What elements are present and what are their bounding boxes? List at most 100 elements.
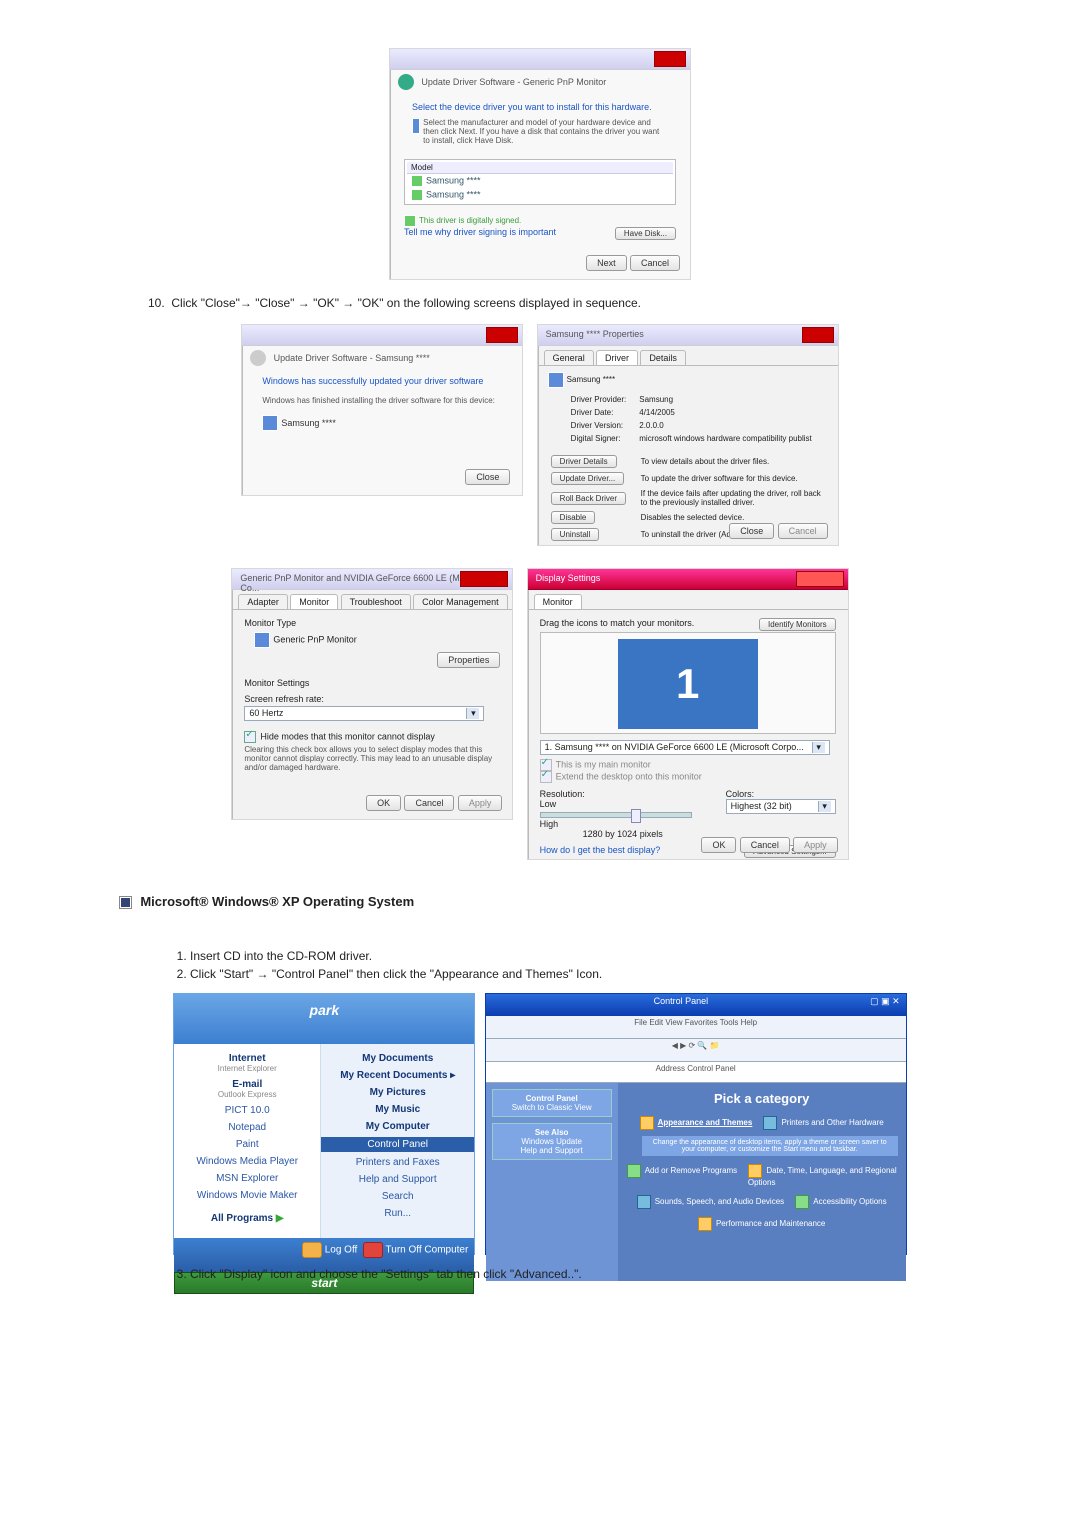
sidebar-item[interactable]: MSN Explorer [182,1170,312,1187]
address-bar[interactable]: Address Control Panel [486,1062,906,1083]
toolbar[interactable]: ◀ ▶ ⟳ 🔍 📁 [486,1039,906,1062]
sidebar-item[interactable]: Printers and Faxes [329,1154,466,1171]
why-signing-link[interactable]: Tell me why driver signing is important [404,227,556,237]
sidebar-item-internet[interactable]: InternetInternet Explorer [182,1050,312,1076]
monitor-select[interactable]: 1. Samsung **** on NVIDIA GeForce 6600 L… [540,740,830,755]
tab-details[interactable]: Details [640,350,686,365]
side-link[interactable]: Windows Update [521,1137,581,1146]
cancel-button[interactable]: Cancel [404,795,454,811]
category-icon [640,1116,654,1130]
menubar[interactable]: File Edit View Favorites Tools Help [486,1016,906,1039]
rollback-button[interactable]: Roll Back Driver [551,492,626,505]
sidebar-item[interactable]: My Music [329,1101,466,1118]
tab-general[interactable]: General [544,350,594,365]
sidebar-item[interactable]: Windows Movie Maker [182,1187,312,1204]
all-programs[interactable]: All Programs ▶ [182,1210,312,1227]
category-link[interactable]: Add or Remove Programs [645,1166,737,1175]
resolution-slider[interactable] [540,812,692,818]
category-link[interactable]: Performance and Maintenance [716,1219,825,1228]
sidebar-item[interactable]: My Documents [329,1050,466,1067]
chevron-down-icon: ▾ [812,742,825,753]
sidebar-item[interactable]: Notepad [182,1119,312,1136]
category-link[interactable]: Accessibility Options [813,1197,886,1206]
model-list[interactable]: Model Samsung **** Samsung **** [404,159,676,205]
window-controls[interactable] [460,571,508,587]
sidebar-item[interactable]: Help and Support [329,1171,466,1188]
side-link[interactable]: Switch to Classic View [512,1103,592,1112]
ok-button[interactable]: OK [701,837,736,853]
window-controls[interactable] [796,571,844,587]
disable-button[interactable]: Disable [551,511,596,524]
best-display-link[interactable]: How do I get the best display? [540,845,661,855]
sidebar-item[interactable]: Paint [182,1136,312,1153]
signed-text: This driver is digitally signed. [419,216,521,225]
category-icon [627,1164,641,1178]
tab-driver[interactable]: Driver [596,350,638,365]
turnoff-icon[interactable] [363,1242,383,1258]
bullet-icon [120,897,131,908]
tab-color-mgmt[interactable]: Color Management [413,594,508,609]
category-link[interactable]: Printers and Other Hardware [781,1118,883,1127]
titlebar: Control Panel▢ ▣ ✕ [486,994,906,1016]
success-heading: Windows has successfully updated your dr… [262,376,502,386]
step-10-text: 10. Click "Close"→ "Close" → "OK" → "OK"… [148,296,960,310]
refresh-rate-select[interactable]: 60 Hertz▾ [244,706,484,721]
properties-button[interactable]: Properties [437,652,500,668]
side-heading: See Also [535,1128,569,1137]
close-button[interactable]: Close [465,469,510,485]
drag-text: Drag the icons to match your monitors. [540,618,695,628]
close-icon[interactable] [486,327,518,343]
tab-monitor[interactable]: Monitor [534,594,582,609]
sidebar-item[interactable]: My Recent Documents ▸ [329,1067,466,1084]
sidebar-item[interactable]: Run... [329,1205,466,1222]
cancel-button[interactable]: Cancel [630,255,680,271]
update-driver-button[interactable]: Update Driver... [551,472,625,485]
label: Driver Date: [570,407,628,418]
category-appearance[interactable]: Appearance and Themes [658,1118,753,1127]
tab-adapter[interactable]: Adapter [238,594,288,609]
tab-monitor[interactable]: Monitor [290,594,338,609]
start-menu: park InternetInternet Explorer E-mailOut… [173,993,475,1255]
next-button[interactable]: Next [586,255,627,271]
sidebar-item[interactable]: PICT 10.0 [182,1102,312,1119]
step-2: Click "Start" → "Control Panel" then cli… [190,967,960,981]
logoff-label[interactable]: Log Off [325,1245,358,1256]
back-icon[interactable] [398,74,414,90]
dialog-device-properties: Samsung **** Properties General Driver D… [537,324,839,546]
titlebar: Samsung **** Properties [538,325,838,346]
side-link[interactable]: Help and Support [521,1146,583,1155]
value: 4/14/2005 [629,407,813,418]
identify-monitors-button[interactable]: Identify Monitors [759,618,836,631]
driver-details-button[interactable]: Driver Details [551,455,617,468]
sidebar-item-email[interactable]: E-mailOutlook Express [182,1076,312,1102]
close-icon[interactable] [654,51,686,67]
hide-modes-checkbox[interactable] [244,731,256,743]
uninstall-button[interactable]: Uninstall [551,528,600,541]
monitor-icon-1[interactable]: 1 [618,639,758,729]
close-icon[interactable] [802,327,834,343]
titlebar: Generic PnP Monitor and NVIDIA GeForce 6… [232,569,512,590]
category-link[interactable]: Date, Time, Language, and Regional Optio… [748,1166,897,1187]
dialog-monitor-properties: Generic PnP Monitor and NVIDIA GeForce 6… [231,568,513,820]
close-button[interactable]: Close [729,523,774,539]
refresh-rate-label: Screen refresh rate: [244,694,500,704]
colors-select[interactable]: Highest (32 bit)▾ [726,799,836,814]
sidebar-item-control-panel[interactable]: Control Panel [321,1137,474,1152]
titlebar [242,325,522,346]
have-disk-button[interactable]: Have Disk... [615,227,676,240]
category-icon [698,1217,712,1231]
cancel-button[interactable]: Cancel [740,837,790,853]
sidebar-item[interactable]: My Pictures [329,1084,466,1101]
side-heading: Control Panel [526,1094,578,1103]
turnoff-label[interactable]: Turn Off Computer [386,1245,469,1256]
list-item: Samsung **** [407,174,673,188]
tab-troubleshoot[interactable]: Troubleshoot [341,594,411,609]
sidebar-item[interactable]: Search [329,1188,466,1205]
ok-button[interactable]: OK [366,795,401,811]
category-link[interactable]: Sounds, Speech, and Audio Devices [655,1197,784,1206]
high-label: High [540,819,559,829]
sidebar-item[interactable]: My Computer [329,1118,466,1135]
sidebar-item[interactable]: Windows Media Player [182,1153,312,1170]
logoff-icon[interactable] [302,1242,322,1258]
monitor-arrangement[interactable]: 1 [540,632,836,734]
